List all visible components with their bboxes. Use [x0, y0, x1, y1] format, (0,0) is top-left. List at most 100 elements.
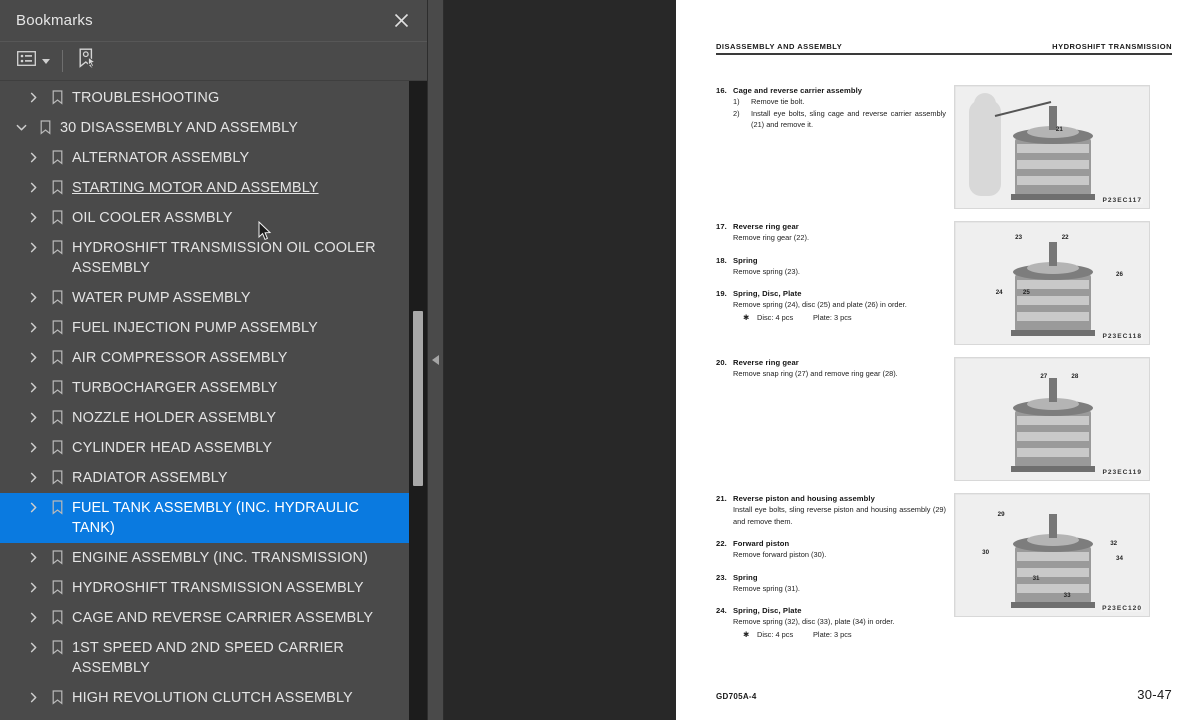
- substep-text: Remove tie bolt.: [751, 97, 805, 106]
- figure-callout: 23: [1015, 234, 1023, 242]
- figure-caption: P23EC119: [1101, 469, 1143, 476]
- bookmark-item[interactable]: CYLINDER HEAD ASSEMBLY: [0, 433, 409, 463]
- photo-graphic: [955, 358, 1149, 480]
- figure-callout: 34: [1116, 555, 1123, 562]
- chevron-right-icon[interactable]: [22, 688, 44, 707]
- step-bullet: ✱ Disc: 4 pcs Plate: 3 pcs: [733, 629, 946, 641]
- bookmark-label: 1ST SPEED AND 2ND SPEED CARRIER ASSEMBLY: [72, 640, 344, 676]
- step-number: 17.: [716, 222, 727, 231]
- bookmark-label: FUEL TANK ASSEMBLY (INC. HYDRAULIC TANK): [70, 498, 403, 538]
- chevron-right-icon[interactable]: [22, 548, 44, 567]
- technical-photo: 21 P23EC117: [954, 85, 1150, 209]
- chevron-right-icon[interactable]: [22, 438, 44, 457]
- bookmark-item[interactable]: WATER PUMP ASSEMBLY: [0, 283, 409, 313]
- new-bookmark-button[interactable]: [74, 48, 100, 74]
- bookmark-label: HIGH REVOLUTION CLUTCH ASSEMBLY: [72, 690, 353, 706]
- figure-column: 21 P23EC117: [954, 85, 1158, 209]
- chevron-right-icon[interactable]: [22, 408, 44, 427]
- substep-number: 1): [733, 97, 740, 106]
- chevron-right-icon[interactable]: [22, 208, 44, 227]
- instruction-step: 19. Spring, Disc, Plate Remove spring (24)…: [716, 288, 946, 323]
- page-header-left: DISASSEMBLY AND ASSEMBLY: [716, 42, 843, 51]
- chevron-right-icon[interactable]: [22, 468, 44, 487]
- bookmark-item[interactable]: ALTERNATOR ASSEMBLY: [0, 143, 409, 173]
- bookmarks-scroll-area: TROUBLESHOOTING 30 DISASSEMBLY AND ASSEMB…: [0, 81, 427, 720]
- bookmark-label: CAGE AND REVERSE CARRIER ASSEMBLY: [72, 610, 374, 626]
- page-body: 16. Cage and reverse carrier assembly 1) Re…: [716, 85, 1172, 651]
- bullet-icon: ✱: [743, 629, 750, 639]
- step-text: Remove ring gear (22).: [733, 233, 809, 242]
- step-title: Forward piston: [733, 539, 790, 548]
- page-header: DISASSEMBLY AND ASSEMBLY HYDROSHIFT TRAN…: [716, 42, 1172, 53]
- chevron-right-icon[interactable]: [22, 608, 44, 627]
- technical-photo: 27 28 P23EC119: [954, 357, 1150, 481]
- bookmark-item[interactable]: TURBOCHARGER ASSEMBLY: [0, 373, 409, 403]
- bookmark-label: HYDROSHIFT TRANSMISSION ASSEMBLY: [72, 580, 364, 596]
- bookmark-label: OIL COOLER ASSMBLY: [72, 210, 233, 226]
- step-text: Remove spring (24), disc (25) and plate …: [733, 300, 907, 309]
- bookmark-item[interactable]: NOZZLE HOLDER ASSEMBLY: [0, 403, 409, 433]
- bookmark-item[interactable]: OIL COOLER ASSMBLY: [0, 203, 409, 233]
- chevron-right-icon[interactable]: [22, 578, 44, 597]
- substep-number: 2): [733, 108, 740, 118]
- step-title: Spring: [733, 572, 758, 582]
- chevron-right-icon[interactable]: [22, 348, 44, 367]
- step-title: Spring: [733, 255, 758, 265]
- bookmark-icon: [44, 208, 70, 227]
- bookmark-item[interactable]: TROUBLESHOOTING: [0, 83, 409, 113]
- bookmark-item[interactable]: 1ST SPEED AND 2ND SPEED CARRIER ASSEMBLY: [0, 633, 409, 683]
- bookmark-item[interactable]: HYDROSHIFT TRANSMISSION OIL COOLER ASSEM…: [0, 233, 409, 283]
- bookmarks-scrollbar-track[interactable]: [409, 81, 427, 720]
- bookmark-icon: [44, 318, 70, 337]
- step-number: 21.: [716, 494, 727, 503]
- close-icon[interactable]: [389, 9, 413, 33]
- bookmark-item[interactable]: AIR COMPRESSOR ASSEMBLY: [0, 343, 409, 373]
- step-title: Reverse piston and housing assembly: [733, 494, 875, 503]
- bookmark-icon: [44, 438, 70, 457]
- chevron-down-icon[interactable]: [10, 118, 32, 137]
- chevron-right-icon[interactable]: [22, 238, 44, 257]
- chevron-right-icon[interactable]: [22, 378, 44, 397]
- bookmark-item[interactable]: CAGE AND REVERSE CARRIER ASSEMBLY: [0, 603, 409, 633]
- bookmark-item[interactable]: PLANETARY GEAR: [0, 713, 409, 720]
- bookmark-item[interactable]: STARTING MOTOR AND ASSEMBLY: [0, 173, 409, 203]
- step-text: Remove spring (31).: [733, 583, 800, 593]
- bookmarks-scrollbar-thumb[interactable]: [413, 311, 423, 486]
- document-page: DISASSEMBLY AND ASSEMBLY HYDROSHIFT TRAN…: [676, 0, 1200, 720]
- pdf-reader-window: Bookmarks TROUBLESHOOTING 30 DISASSEMBLY…: [0, 0, 1200, 720]
- page-number: 30-47: [1137, 687, 1172, 702]
- content-block: 16. Cage and reverse carrier assembly 1) Re…: [716, 85, 1172, 209]
- panel-collapse-handle[interactable]: [428, 0, 444, 720]
- bookmark-item[interactable]: FUEL TANK ASSEMBLY (INC. HYDRAULIC TANK): [0, 493, 409, 543]
- chevron-right-icon[interactable]: [22, 318, 44, 337]
- step-number: 19.: [716, 289, 727, 298]
- bookmarks-panel-header: Bookmarks: [0, 0, 427, 41]
- figure-callout: 30: [982, 548, 990, 556]
- bookmark-icon: [44, 288, 70, 307]
- chevron-right-icon[interactable]: [22, 148, 44, 167]
- bookmark-icon: [44, 688, 70, 707]
- bookmark-label: STARTING MOTOR AND ASSEMBLY: [72, 180, 319, 196]
- figure-callout: 27: [1040, 372, 1048, 380]
- bookmark-item[interactable]: HYDROSHIFT TRANSMISSION ASSEMBLY: [0, 573, 409, 603]
- bookmark-item[interactable]: ENGINE ASSEMBLY (INC. TRANSMISSION): [0, 543, 409, 573]
- chevron-right-icon[interactable]: [22, 178, 44, 197]
- bookmark-item[interactable]: 30 DISASSEMBLY AND ASSEMBLY: [0, 113, 409, 143]
- chevron-right-icon[interactable]: [22, 498, 44, 517]
- step-substep: 1) Remove tie bolt.: [733, 96, 946, 108]
- bookmark-item[interactable]: HIGH REVOLUTION CLUTCH ASSEMBLY: [0, 683, 409, 713]
- chevron-right-icon[interactable]: [22, 88, 44, 107]
- bookmarks-list: TROUBLESHOOTING 30 DISASSEMBLY AND ASSEMB…: [0, 81, 409, 720]
- technical-photo: 29 30 32 34 31 33 P23EC120: [954, 493, 1150, 617]
- bookmark-label: ALTERNATOR ASSEMBLY: [72, 150, 250, 166]
- chevron-right-icon[interactable]: [22, 638, 44, 657]
- chevron-right-icon[interactable]: [22, 288, 44, 307]
- bookmark-label: TROUBLESHOOTING: [72, 90, 220, 106]
- step-number: 24.: [716, 606, 727, 615]
- bookmark-icon: [44, 608, 70, 627]
- bookmark-item[interactable]: RADIATOR ASSEMBLY: [0, 463, 409, 493]
- list-options-button[interactable]: [14, 48, 53, 74]
- bookmark-item[interactable]: FUEL INJECTION PUMP ASSEMBLY: [0, 313, 409, 343]
- bullet-plate-count: Plate: 3 pcs: [813, 629, 852, 639]
- photo-graphic: [955, 222, 1149, 344]
